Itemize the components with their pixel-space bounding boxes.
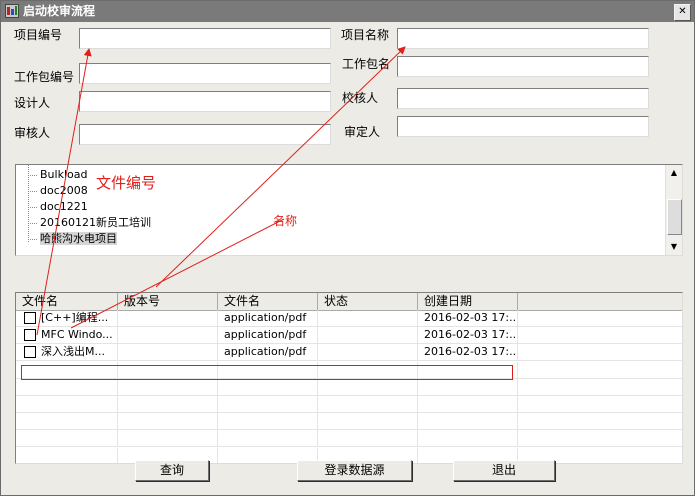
tree-item-label: doc1221 (40, 200, 88, 213)
table-cell (218, 396, 318, 412)
project-no-label: 项目编号 (14, 28, 63, 42)
designer-label: 设计人 (14, 96, 51, 110)
project-name-input[interactable] (397, 28, 649, 49)
table-cell: application/pdf (218, 310, 318, 326)
column-header[interactable]: 状态 (318, 293, 418, 310)
table-cell (418, 378, 518, 395)
table-row (16, 430, 682, 448)
table-cell (118, 327, 218, 344)
designer-input[interactable] (79, 91, 331, 112)
table-cell (418, 430, 518, 447)
package-name-label: 工作包名 (342, 57, 391, 71)
table-cell (218, 361, 318, 378)
table-cell (16, 413, 118, 430)
tree-item[interactable]: doc1221 (28, 199, 151, 215)
column-header[interactable]: 文件名 (16, 293, 118, 310)
table-cell: application/pdf (218, 327, 318, 344)
table-row (16, 396, 682, 413)
annotation-name: 名称 (273, 214, 298, 228)
approver-label: 审定人 (344, 125, 381, 139)
row-checkbox[interactable] (24, 329, 36, 342)
package-no-label: 工作包编号 (14, 70, 75, 84)
close-button[interactable]: ✕ (674, 4, 691, 21)
column-header[interactable]: 版本号 (118, 293, 218, 310)
table-row[interactable]: [C++]编程... application/pdf 2016-02-03 17:.… (16, 310, 682, 327)
tree-item[interactable]: 哈熊沟水电项目 (28, 231, 151, 247)
table-cell (318, 413, 418, 430)
table-cell (318, 430, 418, 447)
table-header: 文件名 版本号 文件名 状态 创建日期 (16, 293, 682, 311)
package-no-input[interactable] (79, 63, 331, 84)
table-cell (16, 430, 118, 447)
table-cell (118, 344, 218, 361)
table-cell (318, 396, 418, 412)
project-no-input[interactable] (79, 28, 331, 49)
login-datasource-button[interactable]: 登录数据源 (297, 460, 412, 481)
scroll-thumb[interactable] (667, 199, 682, 235)
table-cell (418, 413, 518, 430)
table-row (16, 361, 682, 379)
table-cell (318, 310, 418, 326)
table-row (16, 378, 682, 396)
title-bar: 启动校审流程 ✕ (1, 1, 694, 22)
tree-scrollbar[interactable]: ▲ ▼ (665, 165, 682, 255)
reviewer-label: 审核人 (14, 126, 51, 140)
table-cell (118, 361, 218, 378)
package-name-input[interactable] (397, 56, 649, 77)
table-cell (118, 378, 218, 395)
query-button[interactable]: 查询 (135, 460, 209, 481)
annotation-file-no: 文件编号 (96, 174, 157, 192)
project-name-label: 项目名称 (341, 28, 390, 42)
table-cell (118, 396, 218, 412)
table-cell (318, 361, 418, 378)
dialog-window: 启动校审流程 ✕ 项目编号 项目名称 工作包编号 工作包名 设计人 校核人 审核… (0, 0, 695, 496)
table-cell (16, 361, 118, 378)
scroll-up-icon[interactable]: ▲ (666, 165, 682, 181)
row-checkbox[interactable] (24, 346, 36, 359)
approver-input[interactable] (397, 116, 649, 137)
row-checkbox[interactable] (24, 312, 36, 324)
table-cell (318, 344, 418, 361)
checker-label: 校核人 (342, 91, 379, 105)
table-cell (16, 396, 118, 412)
table-cell (118, 310, 218, 326)
exit-button[interactable]: 退出 (453, 460, 555, 481)
table-cell (418, 396, 518, 412)
table-cell (218, 430, 318, 447)
table-cell: 2016-02-03 17:... (418, 310, 518, 326)
checker-input[interactable] (397, 88, 649, 109)
table-row[interactable]: 深入浅出M... application/pdf 2016-02-03 17:... (16, 344, 682, 362)
tree-item-label: 哈熊沟水电项目 (40, 232, 117, 245)
table-cell (418, 361, 518, 378)
tree-item-label: Bulkload (40, 168, 88, 181)
dialog-body: 项目编号 项目名称 工作包编号 工作包名 设计人 校核人 审核人 审定人 Bul… (1, 22, 694, 495)
table-row[interactable]: MFC Windo... application/pdf 2016-02-03 17… (16, 327, 682, 345)
column-header[interactable]: 文件名 (218, 293, 318, 310)
table-cell (118, 430, 218, 447)
table-cell (218, 413, 318, 430)
table-cell (318, 378, 418, 395)
close-icon: ✕ (678, 6, 687, 17)
tree-item[interactable]: 20160121新员工培训 (28, 215, 151, 231)
table-cell: 2016-02-03 17:... (418, 327, 518, 344)
table-cell (16, 378, 118, 395)
tree-item-label: doc2008 (40, 184, 88, 197)
column-header[interactable]: 创建日期 (418, 293, 518, 310)
table-cell: application/pdf (218, 344, 318, 361)
window-title: 启动校审流程 (23, 4, 96, 18)
table-row (16, 413, 682, 431)
table-cell: 2016-02-03 17:... (418, 344, 518, 361)
table-cell (118, 413, 218, 430)
table-cell (318, 327, 418, 344)
table-cell (16, 447, 118, 463)
scroll-down-icon[interactable]: ▼ (666, 239, 682, 255)
tree-item-label: 20160121新员工培训 (40, 216, 151, 229)
reviewer-input[interactable] (79, 124, 331, 145)
app-icon (5, 4, 19, 18)
file-table[interactable]: 文件名 版本号 文件名 状态 创建日期 [C++]编程... applicatio… (15, 292, 683, 464)
table-cell (218, 378, 318, 395)
